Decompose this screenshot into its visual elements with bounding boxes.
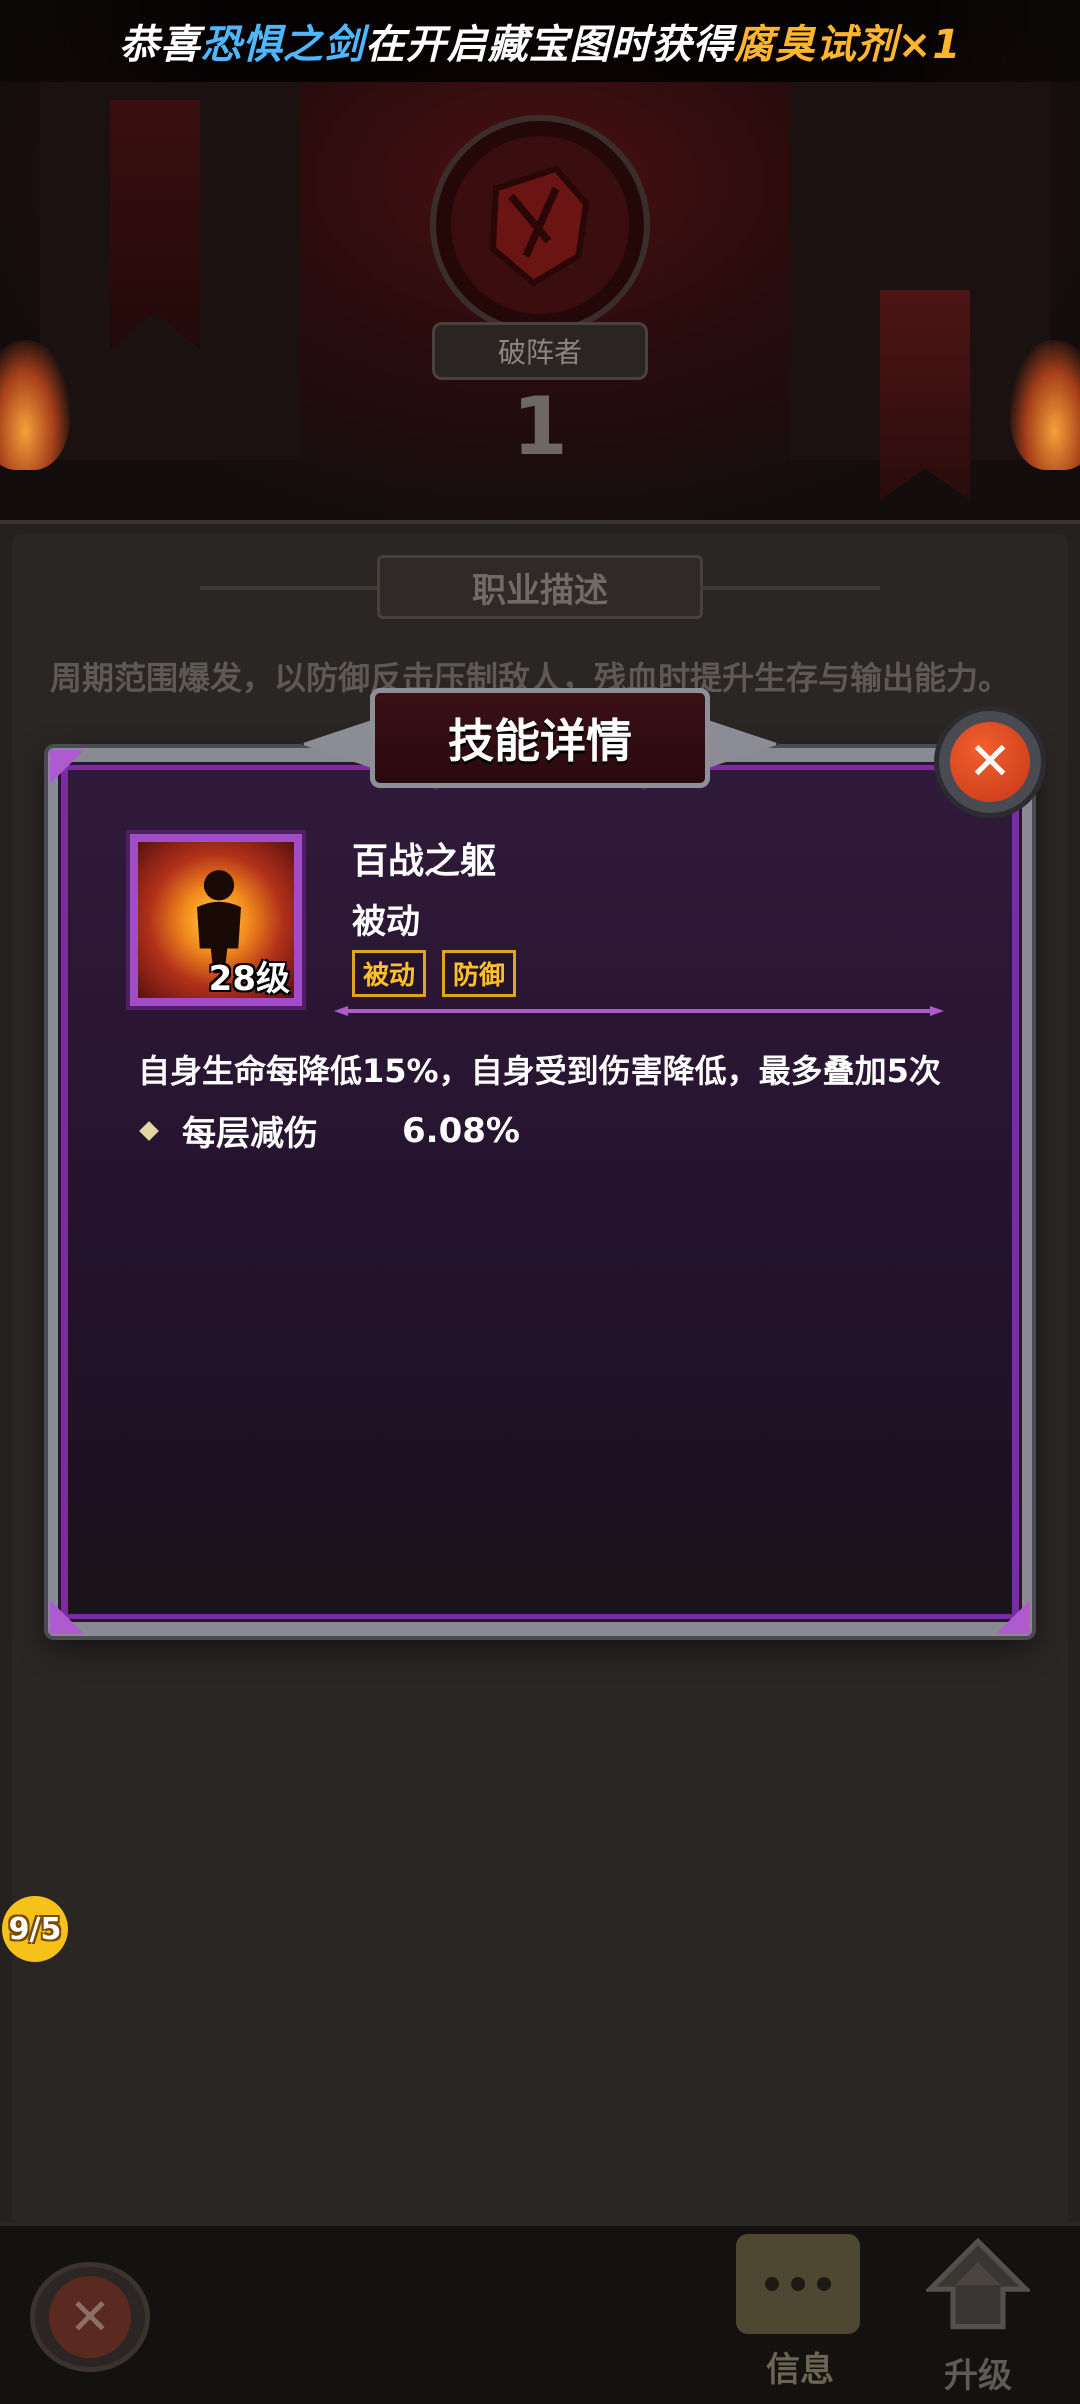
dialog-close-button[interactable]: ✕ [934,706,1046,818]
upgrade-button[interactable]: 升级 [912,2236,1044,2396]
dot-icon [791,2277,805,2291]
skill-tags: 被动 防御 [352,950,517,997]
notice-item: 腐臭试剂×1 [733,22,962,68]
skill-icon: 28级 [126,830,306,1010]
class-description-title: 职业描述 [377,555,703,619]
hero-level: 1 [512,380,568,473]
skill-stat-row: 每层减伤 6.08% [138,1106,520,1155]
reward-notification: 恭喜 恐惧之剑 在开启藏宝图时获得 腐臭试剂×1 [0,0,1080,82]
dialog-title: 技能详情 [370,688,710,788]
notice-player-name: 恐惧之剑 [200,22,365,68]
skill-name: 百战之躯 [352,841,497,882]
upgrade-label: 升级 [944,2356,1012,2396]
close-x-icon: ✕ [49,2276,131,2358]
skill-tag: 防御 [442,950,517,997]
class-emblem-icon [430,115,650,335]
diamond-bullet-icon [139,1120,159,1141]
dot-icon [765,2277,779,2291]
back-close-button[interactable]: ✕ [30,2262,150,2372]
skill-tag: 被动 [352,950,427,997]
info-button[interactable]: 信息 [730,2230,870,2390]
notice-prefix: 恭喜 [118,22,201,68]
header-divider-left [200,586,380,590]
notice-middle: 在开启藏宝图时获得 [364,22,734,68]
wall-banner-left [110,100,200,350]
divider-arrow-icon [334,1006,944,1016]
skill-level: 28级 [208,959,290,999]
header-divider-right [700,586,880,590]
skill-type: 被动 [352,902,420,942]
class-description-header: 职业描述 [200,555,880,619]
dialog-title-plate: 技能详情 [300,680,780,798]
dot-icon [817,2277,831,2291]
up-arrow-icon [926,2237,1030,2330]
stat-value: 6.08% [402,1110,520,1151]
info-label: 信息 [766,2350,834,2390]
chat-bubble-icon [736,2234,860,2334]
close-x-icon: ✕ [950,722,1030,802]
stat-label: 每层减伤 [182,1114,318,1154]
hero-class-name: 破阵者 [432,322,648,380]
side-counter-badge[interactable]: 9/5 [2,1896,68,1962]
skill-effect-text: 自身生命每降低15%，自身受到伤害降低，最多叠加5次 [138,1052,941,1090]
